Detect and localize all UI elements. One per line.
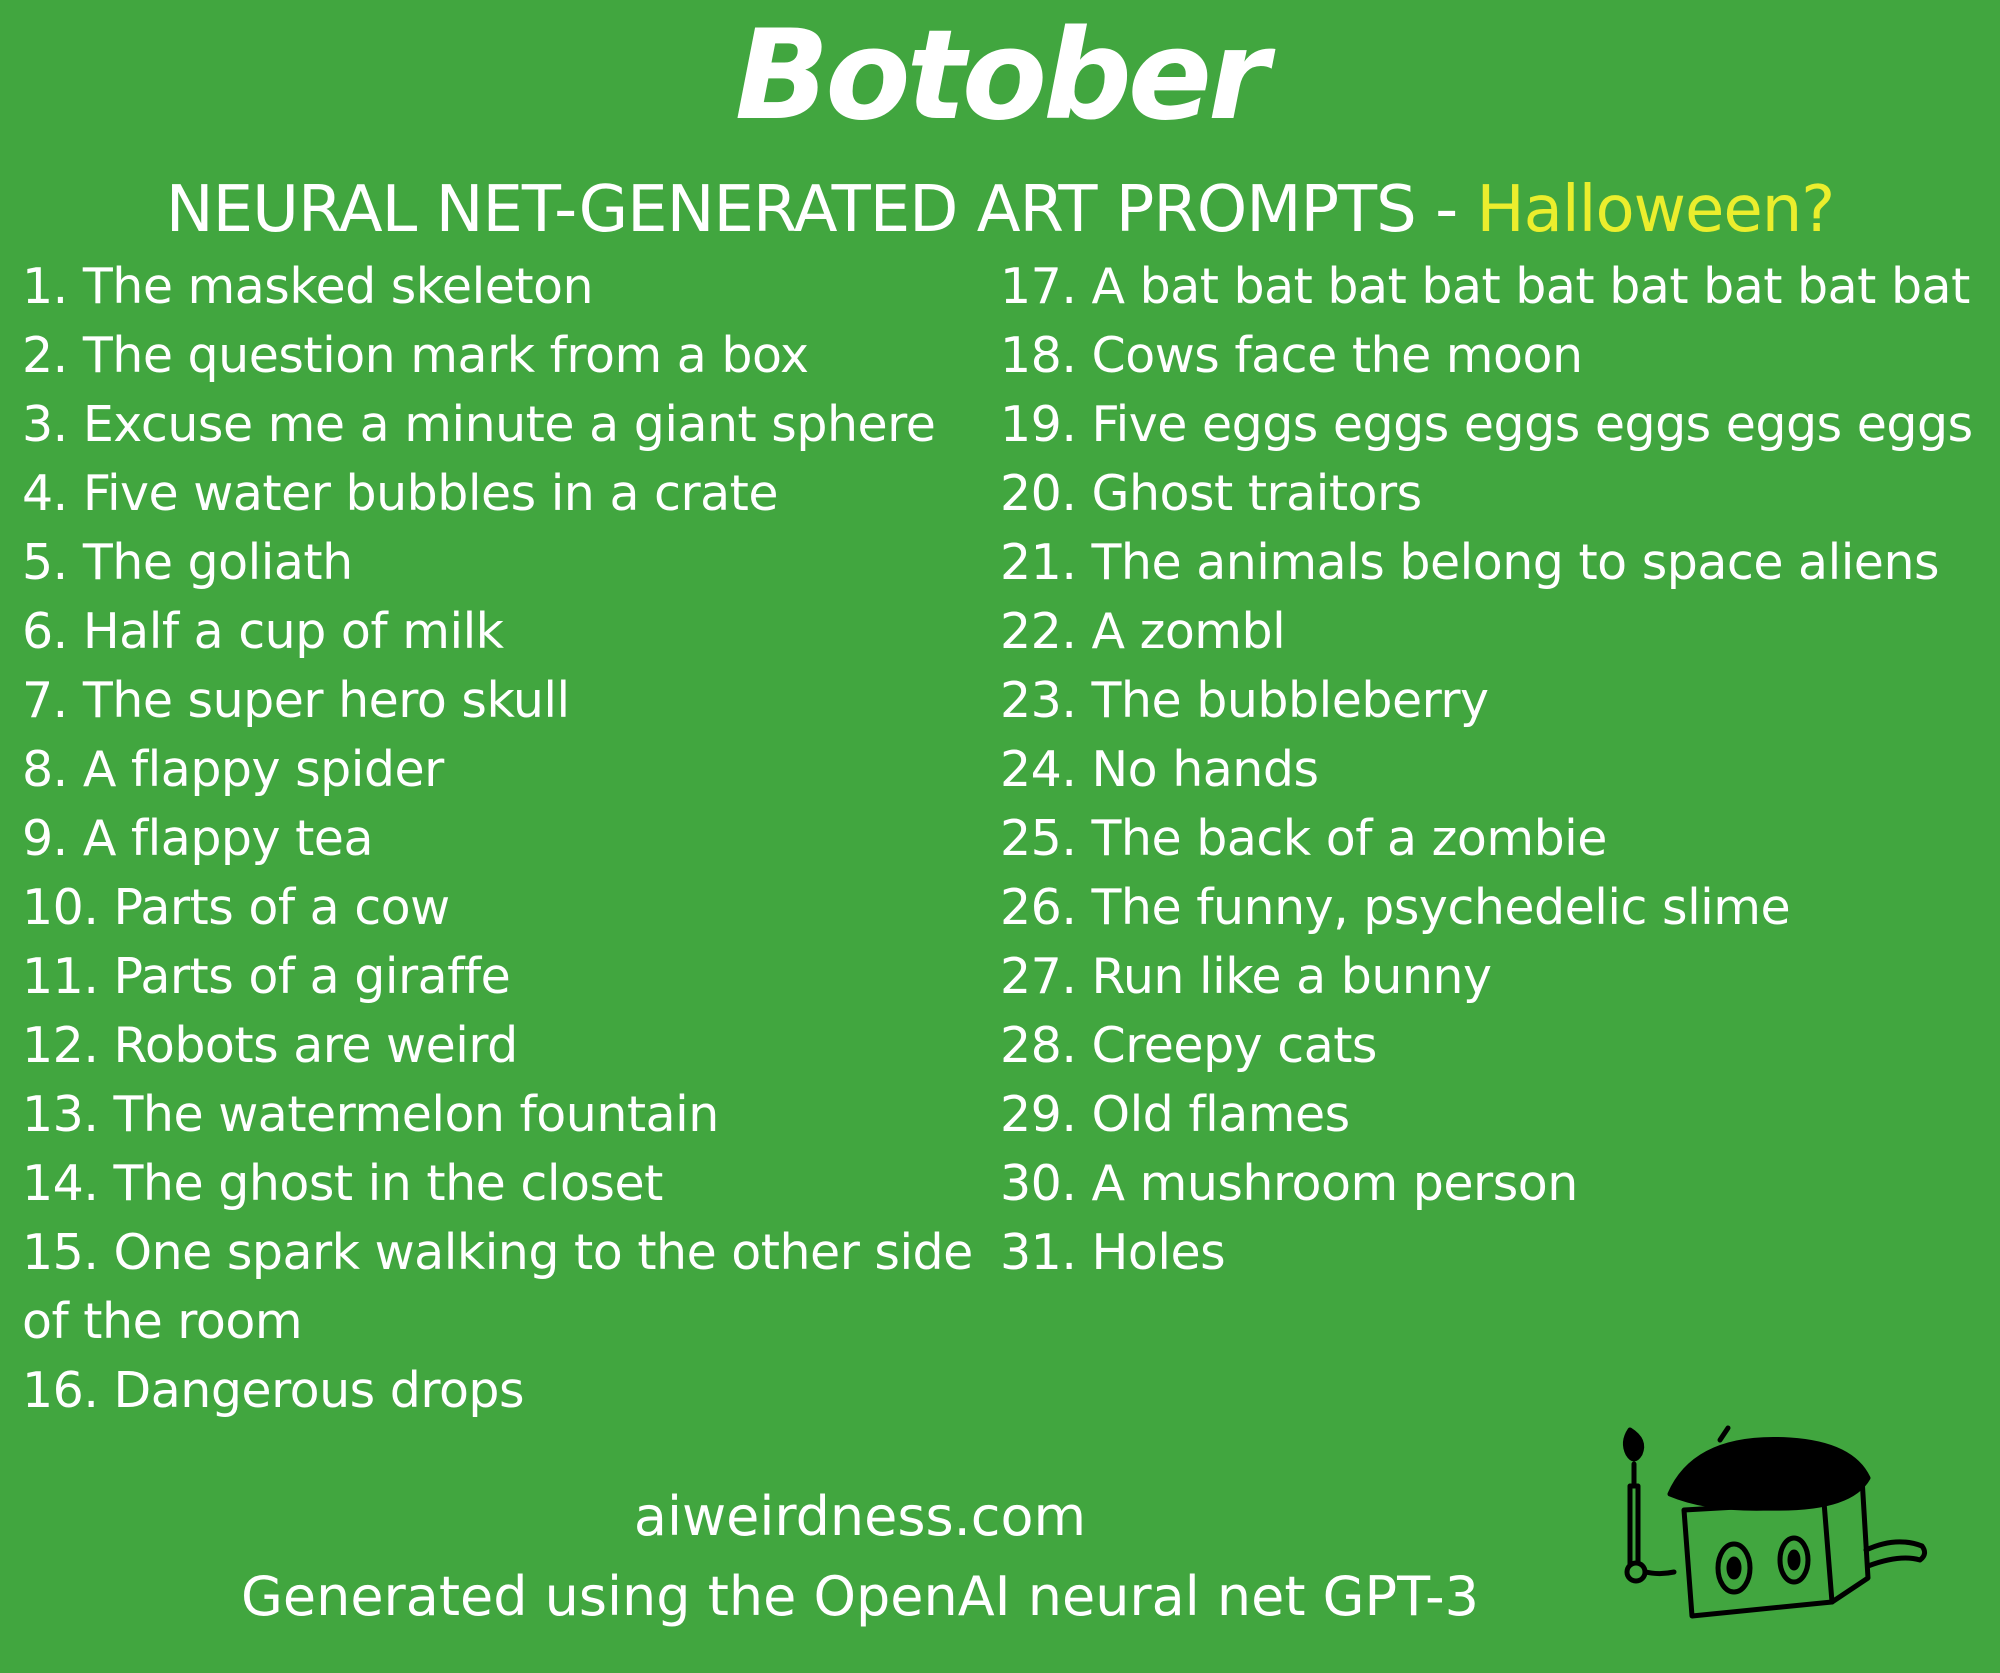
list-item: 29. Old flames	[1000, 1086, 1350, 1143]
list-item: 12. Robots are weird	[22, 1017, 518, 1074]
page-title: Botober	[734, 4, 1269, 148]
footer-credit: Generated using the OpenAI neural net GP…	[241, 1565, 1479, 1628]
list-item: 21. The animals belong to space aliens	[1000, 534, 1940, 591]
list-item: 20. Ghost traitors	[1000, 465, 1422, 522]
list-item: 11. Parts of a giraffe	[22, 948, 511, 1005]
prompt-list-right: 17. A bat bat bat bat bat bat bat bat ba…	[1000, 252, 1980, 1287]
list-item: 22. A zombl	[1000, 603, 1286, 660]
prompt-list-left: 1. The masked skeleton 2. The question m…	[22, 252, 982, 1425]
list-item: 1. The masked skeleton	[22, 258, 594, 315]
list-item: 15. One spark walking to the other side	[22, 1224, 973, 1281]
subtitle-main: NEURAL NET-GENERATED ART PROMPTS -	[165, 173, 1477, 247]
list-item: 9. A flappy tea	[22, 810, 373, 867]
list-item: 2. The question mark from a box	[22, 327, 809, 384]
list-item: 8. A flappy spider	[22, 741, 444, 798]
list-item-continuation: of the room	[22, 1293, 303, 1350]
list-item: 6. Half a cup of milk	[22, 603, 504, 660]
list-item: 27. Run like a bunny	[1000, 948, 1492, 1005]
list-item: 13. The watermelon fountain	[22, 1086, 719, 1143]
footer-site-link: aiweirdness.com	[633, 1485, 1087, 1548]
list-item: 31. Holes	[1000, 1224, 1226, 1281]
list-item: 7. The super hero skull	[22, 672, 570, 729]
list-item: 4. Five water bubbles in a crate	[22, 465, 779, 522]
list-item: 16. Dangerous drops	[22, 1362, 525, 1419]
page-subtitle: NEURAL NET-GENERATED ART PROMPTS - Hallo…	[0, 178, 2000, 242]
list-item: 17. A bat bat bat bat bat bat bat bat ba…	[1000, 258, 1970, 315]
robot-artist-icon	[1622, 1425, 1928, 1619]
list-item: 14. The ghost in the closet	[22, 1155, 663, 1212]
list-item: 19. Five eggs eggs eggs eggs eggs eggs	[1000, 396, 1973, 453]
list-item: 10. Parts of a cow	[22, 879, 450, 936]
list-item: 3. Excuse me a minute a giant sphere	[22, 396, 936, 453]
list-item: 23. The bubbleberry	[1000, 672, 1489, 729]
subtitle-accent: Halloween?	[1476, 173, 1836, 247]
list-item: 30. A mushroom person	[1000, 1155, 1578, 1212]
list-item: 5. The goliath	[22, 534, 353, 591]
list-item: 25. The back of a zombie	[1000, 810, 1607, 867]
list-item: 18. Cows face the moon	[1000, 327, 1583, 384]
list-item: 28. Creepy cats	[1000, 1017, 1377, 1074]
list-item: 26. The funny, psychedelic slime	[1000, 879, 1791, 936]
list-item: 24. No hands	[1000, 741, 1319, 798]
